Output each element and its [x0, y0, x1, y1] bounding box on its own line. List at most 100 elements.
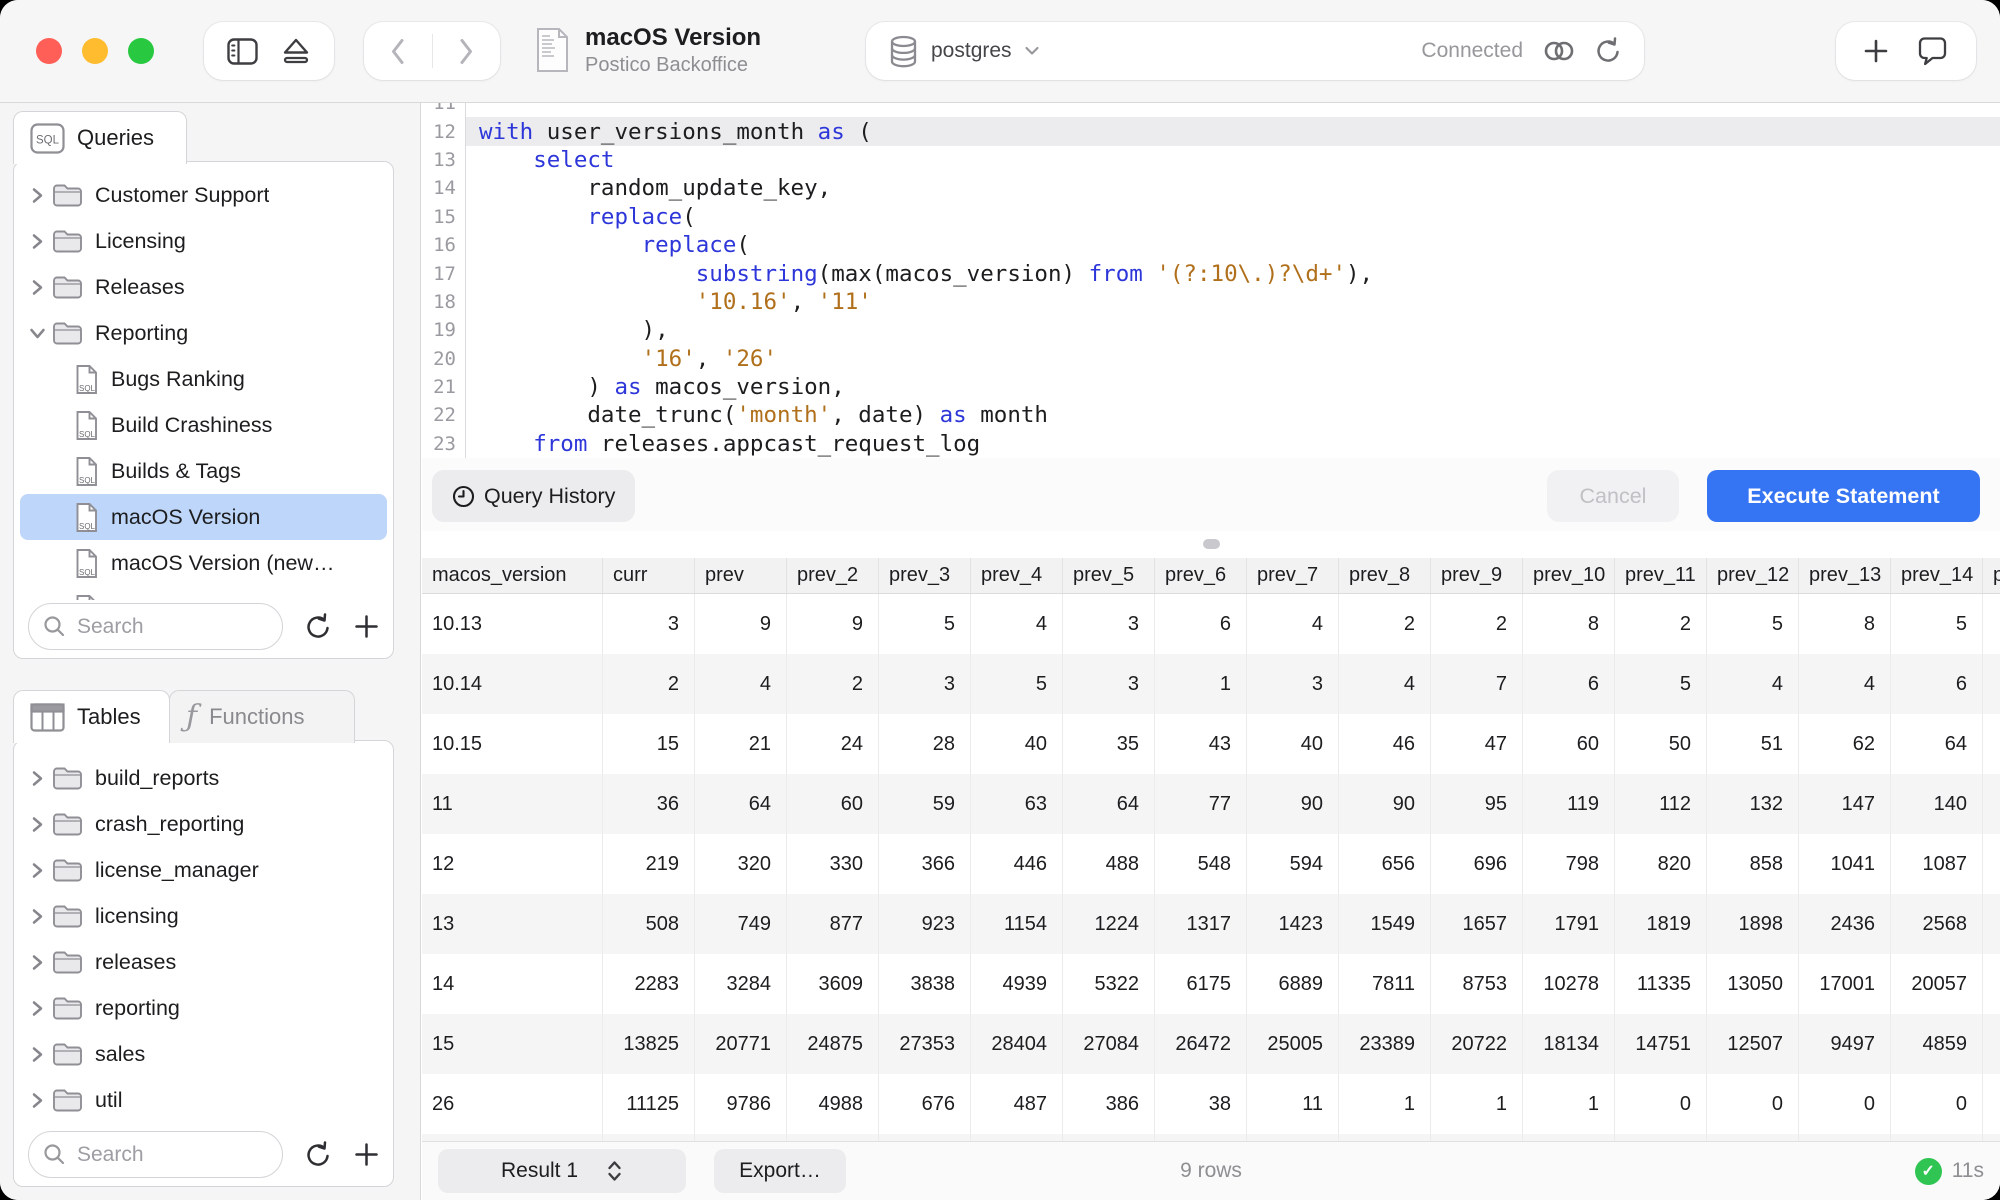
table-cell[interactable]: 676	[879, 1074, 971, 1134]
back-button[interactable]	[389, 37, 406, 66]
table-cell[interactable]: 63	[971, 774, 1063, 834]
column-header-prev-6[interactable]: prev_6	[1155, 558, 1247, 593]
column-header-prev-3[interactable]: prev_3	[879, 558, 971, 593]
table-cell[interactable]: 749	[695, 894, 787, 954]
table-cell[interactable]: 27084	[1063, 1014, 1155, 1074]
table-cell[interactable]: 13825	[603, 1014, 695, 1074]
table-cell[interactable]: 9	[787, 594, 879, 654]
code-line-21[interactable]: 21 ) as macos_version,	[422, 373, 2000, 401]
table-cell[interactable]: 36	[603, 774, 695, 834]
queries-refresh-icon[interactable]	[305, 612, 332, 642]
sidebar-query-item-licensing[interactable]: Licensing	[20, 218, 387, 264]
table-cell[interactable]: 64	[1891, 714, 1983, 774]
table-cell[interactable]: 4	[695, 654, 787, 714]
table-cell[interactable]: 1898	[1707, 894, 1799, 954]
forward-button[interactable]	[458, 37, 475, 66]
table-cell[interactable]: 4	[1707, 654, 1799, 714]
table-cell[interactable]: 3	[879, 654, 971, 714]
table-cell[interactable]: 923	[879, 894, 971, 954]
code-line-20[interactable]: 20 '16', '26'	[422, 345, 2000, 373]
table-cell[interactable]: 11335	[1615, 954, 1707, 1014]
table-cell[interactable]: 508	[603, 894, 695, 954]
code-line-13[interactable]: 13 select	[422, 146, 2000, 174]
table-cell[interactable]: 10.13	[422, 594, 603, 654]
sidebar-query-item-bugs-ranking[interactable]: SQLBugs Ranking	[20, 356, 387, 402]
table-cell[interactable]: 24875	[787, 1014, 879, 1074]
table-cell[interactable]: 40	[1247, 714, 1339, 774]
sidebar-query-item-macos-version[interactable]: SQLmacOS Version	[20, 494, 387, 540]
table-cell[interactable]: 25005	[1247, 1014, 1339, 1074]
table-cell[interactable]: 5	[971, 654, 1063, 714]
tab-functions[interactable]: ƒ Functions	[169, 690, 355, 743]
table-cell[interactable]: 90	[1339, 774, 1431, 834]
table-cell[interactable]: 4	[1247, 594, 1339, 654]
table-cell[interactable]: 2	[1339, 594, 1431, 654]
table-cell[interactable]: 11	[1247, 1074, 1339, 1134]
table-cell[interactable]: 26472	[1155, 1014, 1247, 1074]
table-cell[interactable]: 3	[1247, 654, 1339, 714]
table-cell[interactable]: 50	[1615, 714, 1707, 774]
table-cell[interactable]: 18134	[1523, 1014, 1615, 1074]
code-line-23[interactable]: 23 from releases.appcast_request_log	[422, 430, 2000, 458]
code-line-15[interactable]: 15 replace(	[422, 203, 2000, 231]
link-icon[interactable]	[1541, 39, 1577, 63]
reconnect-refresh-icon[interactable]	[1595, 36, 1622, 66]
table-cell[interactable]: 1087	[1891, 834, 1983, 894]
table-cell[interactable]: 20057	[1891, 954, 1983, 1014]
table-row-10.14[interactable]: 10.14242353134765446	[422, 654, 2000, 714]
table-cell[interactable]: 1224	[1063, 894, 1155, 954]
table-cell[interactable]: 64	[1063, 774, 1155, 834]
table-row-10.13[interactable]: 10.13399543642282585	[422, 594, 2000, 654]
code-line-14[interactable]: 14 random_update_key,	[422, 174, 2000, 202]
column-header-prev-10[interactable]: prev_10	[1523, 558, 1615, 593]
table-row-11[interactable]: 1136646059636477909095119112132147140	[422, 774, 2000, 834]
table-cell[interactable]: 320	[695, 834, 787, 894]
sidebar-query-item-reporting[interactable]: Reporting	[20, 310, 387, 356]
table-cell[interactable]: 8753	[1431, 954, 1523, 1014]
table-cell[interactable]: 446	[971, 834, 1063, 894]
table-cell[interactable]: 0	[1891, 1074, 1983, 1134]
column-header-prev-2[interactable]: prev_2	[787, 558, 879, 593]
table-cell[interactable]: 4	[1799, 654, 1891, 714]
table-cell[interactable]: 2	[1615, 594, 1707, 654]
table-cell[interactable]: 2	[787, 654, 879, 714]
table-cell[interactable]: 46	[1339, 714, 1431, 774]
column-header-clipped[interactable]: prev_15	[1983, 558, 2000, 593]
table-cell[interactable]: 13050	[1707, 954, 1799, 1014]
table-cell[interactable]: 7811	[1339, 954, 1431, 1014]
table-cell[interactable]: 7	[1431, 654, 1523, 714]
sql-editor[interactable]: 1112with user_versions_month as (13 sele…	[422, 103, 2000, 458]
table-cell[interactable]: 12507	[1707, 1014, 1799, 1074]
column-header-prev-13[interactable]: prev_13	[1799, 558, 1891, 593]
table-cell[interactable]: 13	[422, 894, 603, 954]
table-cell[interactable]: 2568	[1891, 894, 1983, 954]
table-cell[interactable]: 62	[1799, 714, 1891, 774]
column-header-curr[interactable]: curr	[603, 558, 695, 593]
sidebar-table-item-reporting[interactable]: reporting	[20, 985, 387, 1031]
table-cell[interactable]: 4	[1339, 654, 1431, 714]
code-line-17[interactable]: 17 substring(max(macos_version) from '(?…	[422, 259, 2000, 287]
table-cell[interactable]: 17001	[1799, 954, 1891, 1014]
queries-search-input[interactable]	[75, 614, 259, 640]
table-cell[interactable]: 20722	[1431, 1014, 1523, 1074]
code-line-11[interactable]: 11	[422, 103, 2000, 117]
code-line-18[interactable]: 18 '10.16', '11'	[422, 288, 2000, 316]
table-cell[interactable]: 386	[1063, 1074, 1155, 1134]
database-selector[interactable]: postgres	[888, 35, 1040, 68]
table-cell[interactable]: 656	[1339, 834, 1431, 894]
table-cell[interactable]: 11	[422, 774, 603, 834]
table-cell[interactable]: 132	[1707, 774, 1799, 834]
table-cell[interactable]: 35	[1063, 714, 1155, 774]
table-cell[interactable]: 2436	[1799, 894, 1891, 954]
sidebar-query-item-builds-tags[interactable]: SQLBuilds & Tags	[20, 448, 387, 494]
result-selector[interactable]: Result 1	[438, 1149, 686, 1193]
table-cell[interactable]: 10278	[1523, 954, 1615, 1014]
table-cell[interactable]: 90	[1247, 774, 1339, 834]
toggle-sidebar-button[interactable]	[227, 38, 258, 65]
tab-tables[interactable]: Tables	[13, 690, 170, 743]
table-cell[interactable]: 10.15	[422, 714, 603, 774]
table-cell[interactable]: 1549	[1339, 894, 1431, 954]
tables-search-input[interactable]	[75, 1142, 259, 1168]
table-cell[interactable]: 26	[422, 1074, 603, 1134]
table-cell[interactable]: 12	[422, 834, 603, 894]
